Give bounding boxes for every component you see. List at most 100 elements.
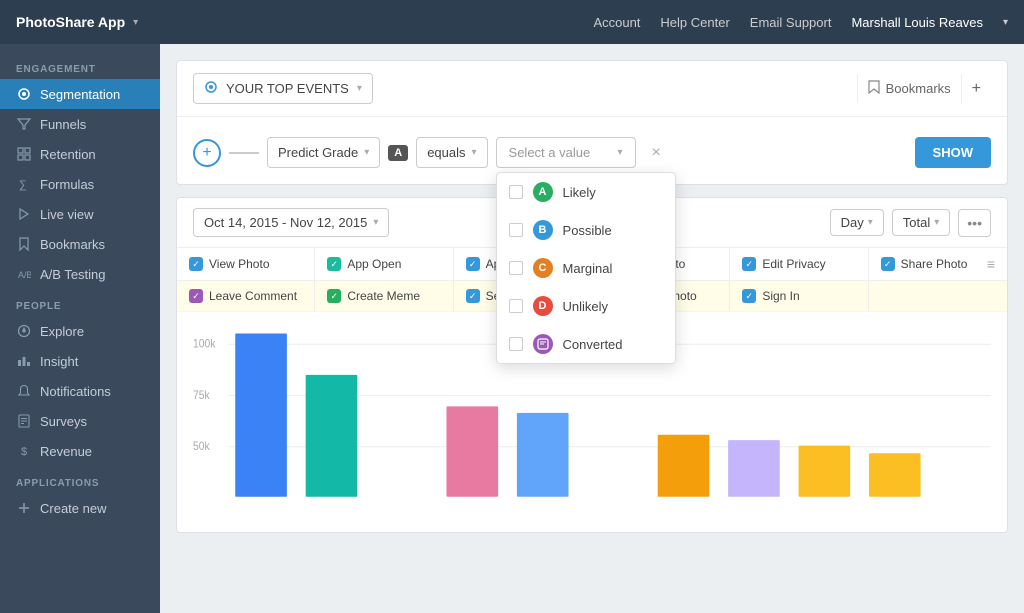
checkbox-session-end[interactable]: ✓ xyxy=(466,289,480,303)
metric-select[interactable]: Total ▾ xyxy=(892,209,951,236)
svg-text:100k: 100k xyxy=(193,338,216,351)
add-filter-btn[interactable]: + xyxy=(193,139,221,167)
sidebar-item-insight[interactable]: Insight xyxy=(0,346,160,376)
checkbox-converted[interactable] xyxy=(509,337,523,351)
sort-icon[interactable]: ≡ xyxy=(987,256,995,272)
nav-account[interactable]: Account xyxy=(593,15,640,30)
bookmark-icon-header xyxy=(868,80,880,97)
dropdown-item-marginal[interactable]: C Marginal xyxy=(497,249,675,287)
property-select[interactable]: Predict Grade ▾ xyxy=(267,137,380,168)
main-content: YOUR TOP EVENTS ▾ Bookmarks + + xyxy=(160,44,1024,613)
sidebar-item-formulas[interactable]: ∑ Formulas xyxy=(0,169,160,199)
app-name: PhotoShare App xyxy=(16,14,125,30)
svg-text:A/B: A/B xyxy=(18,270,31,280)
checkbox-edit-privacy[interactable]: ✓ xyxy=(742,257,756,271)
event-tag-view-photo[interactable]: ✓ View Photo xyxy=(177,248,315,280)
compass-icon xyxy=(16,323,32,339)
sidebar-item-revenue[interactable]: $ Revenue xyxy=(0,436,160,466)
header-right: Bookmarks + xyxy=(857,74,991,104)
event-tag-sign-in[interactable]: ✓ Sign In xyxy=(730,281,868,311)
period-chevron: ▾ xyxy=(868,217,873,228)
period-select[interactable]: Day ▾ xyxy=(830,209,884,236)
event-selector-label: YOUR TOP EVENTS xyxy=(226,81,349,96)
event-selector[interactable]: YOUR TOP EVENTS ▾ xyxy=(193,73,373,104)
event-label-share-photo: Share Photo xyxy=(901,257,968,271)
chart-bar-icon xyxy=(16,353,32,369)
value-select-btn[interactable]: Select a value ▾ xyxy=(496,137,636,168)
svg-text:50k: 50k xyxy=(193,440,210,453)
checkbox-possible[interactable] xyxy=(509,223,523,237)
grid-icon xyxy=(16,146,32,162)
event-label-view-photo: View Photo xyxy=(209,257,270,271)
nav-email-support[interactable]: Email Support xyxy=(750,15,832,30)
checkbox-create-meme[interactable]: ✓ xyxy=(327,289,341,303)
event-tag-app-open[interactable]: ✓ App Open xyxy=(315,248,453,280)
operator-chevron: ▾ xyxy=(472,147,477,158)
checkbox-marginal[interactable] xyxy=(509,261,523,275)
dropdown-item-converted[interactable]: Converted xyxy=(497,325,675,363)
app-dropdown-arrow[interactable]: ▾ xyxy=(133,17,138,28)
add-bookmark-btn[interactable]: + xyxy=(961,74,991,104)
event-tag-create-meme[interactable]: ✓ Create Meme xyxy=(315,281,453,311)
filter-connector xyxy=(229,152,259,154)
property-label: Predict Grade xyxy=(278,145,358,160)
bookmarks-label: Bookmarks xyxy=(886,81,951,96)
more-options-btn[interactable]: ••• xyxy=(958,209,991,237)
operator-select[interactable]: equals ▾ xyxy=(416,137,487,168)
segment-card-header: YOUR TOP EVENTS ▾ Bookmarks + xyxy=(177,61,1007,117)
checkbox-sign-in[interactable]: ✓ xyxy=(742,289,756,303)
event-tag-leave-comment[interactable]: ✓ Leave Comment xyxy=(177,281,315,311)
checkbox-likely[interactable] xyxy=(509,185,523,199)
metric-label: Total xyxy=(903,215,930,230)
dropdown-item-unlikely[interactable]: D Unlikely xyxy=(497,287,675,325)
sidebar-section-engagement: ENGAGEMENT xyxy=(0,52,160,79)
date-range-chevron: ▾ xyxy=(373,217,378,228)
event-label-leave-comment: Leave Comment xyxy=(209,289,297,303)
sidebar-item-explore[interactable]: Explore xyxy=(0,316,160,346)
checkbox-share-photo[interactable]: ✓ xyxy=(881,257,895,271)
period-label: Day xyxy=(841,215,864,230)
sidebar-item-retention[interactable]: Retention xyxy=(0,139,160,169)
sidebar-section-applications: APPLICATIONS xyxy=(0,466,160,493)
play-icon xyxy=(16,206,32,222)
grade-badge: A xyxy=(388,145,408,161)
survey-icon xyxy=(16,413,32,429)
sidebar-item-live-view[interactable]: Live view xyxy=(0,199,160,229)
bookmarks-btn[interactable]: Bookmarks xyxy=(857,74,961,103)
grade-circle-a: A xyxy=(533,182,553,202)
operator-label: equals xyxy=(427,145,465,160)
nav-help-center[interactable]: Help Center xyxy=(660,15,729,30)
dropdown-item-likely[interactable]: A Likely xyxy=(497,173,675,211)
nav-user[interactable]: Marshall Louis Reaves xyxy=(851,15,983,30)
date-range-btn[interactable]: Oct 14, 2015 - Nov 12, 2015 ▾ xyxy=(193,208,389,237)
bookmark-icon xyxy=(16,236,32,252)
event-label-create-meme: Create Meme xyxy=(347,289,420,303)
checkbox-view-photo[interactable]: ✓ xyxy=(189,257,203,271)
event-tag-share-photo[interactable]: ✓ Share Photo ≡ xyxy=(869,248,1007,280)
sidebar-item-surveys[interactable]: Surveys xyxy=(0,406,160,436)
nav-left: PhotoShare App ▾ xyxy=(16,14,138,30)
sidebar-item-create-new[interactable]: Create new xyxy=(0,493,160,523)
label-marginal: Marginal xyxy=(563,261,613,276)
event-tag-edit-privacy[interactable]: ✓ Edit Privacy xyxy=(730,248,868,280)
sidebar-item-bookmarks[interactable]: Bookmarks xyxy=(0,229,160,259)
checkbox-app-open[interactable]: ✓ xyxy=(327,257,341,271)
user-dropdown-arrow[interactable]: ▾ xyxy=(1003,17,1008,28)
sidebar-item-funnels[interactable]: Funnels xyxy=(0,109,160,139)
sidebar: ENGAGEMENT Segmentation Funnels Retentio… xyxy=(0,44,160,613)
checkbox-leave-comment[interactable]: ✓ xyxy=(189,289,203,303)
checkbox-unlikely[interactable] xyxy=(509,299,523,313)
label-converted: Converted xyxy=(563,337,623,352)
dropdown-item-possible[interactable]: B Possible xyxy=(497,211,675,249)
label-possible: Possible xyxy=(563,223,612,238)
filter-row: + Predict Grade ▾ A equals ▾ Select a va… xyxy=(177,117,1007,184)
checkbox-app-install[interactable]: ✓ xyxy=(466,257,480,271)
date-range-label: Oct 14, 2015 - Nov 12, 2015 xyxy=(204,215,367,230)
close-filter-btn[interactable]: × xyxy=(644,140,669,166)
sidebar-item-notifications[interactable]: Notifications xyxy=(0,376,160,406)
sidebar-item-segmentation[interactable]: Segmentation xyxy=(0,79,160,109)
grade-circle-cvt xyxy=(533,334,553,354)
sidebar-item-ab-testing[interactable]: A/B A/B Testing xyxy=(0,259,160,289)
analytics-controls: Day ▾ Total ▾ ••• xyxy=(830,209,991,237)
show-button[interactable]: SHOW xyxy=(915,137,991,168)
